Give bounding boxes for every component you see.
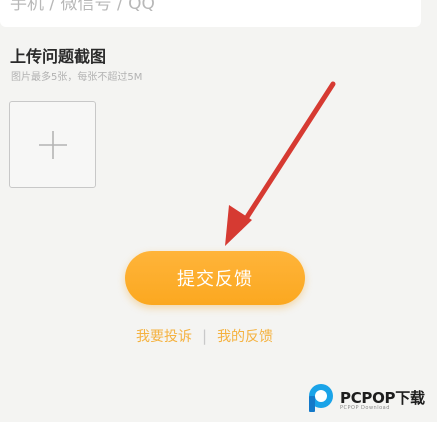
watermark: PCPOP下载 PCPOP Download [305,380,437,416]
contact-card [0,0,421,27]
submit-feedback-button[interactable]: 提交反馈 [125,251,305,305]
add-screenshot-button[interactable] [9,101,96,188]
watermark-subtitle: PCPOP Download [340,405,390,411]
complaint-link[interactable]: 我要投诉 [136,326,192,346]
upload-title: 上传问题截图 [10,47,107,66]
pcpop-logo-icon [309,384,333,412]
link-divider: | [202,327,208,345]
footer-links: 我要投诉 | 我的反馈 [136,325,273,347]
my-feedback-link[interactable]: 我的反馈 [217,326,273,346]
upload-hint: 图片最多5张，每张不超过5M [11,72,143,83]
contact-input[interactable] [10,0,390,17]
plus-icon [39,131,67,159]
